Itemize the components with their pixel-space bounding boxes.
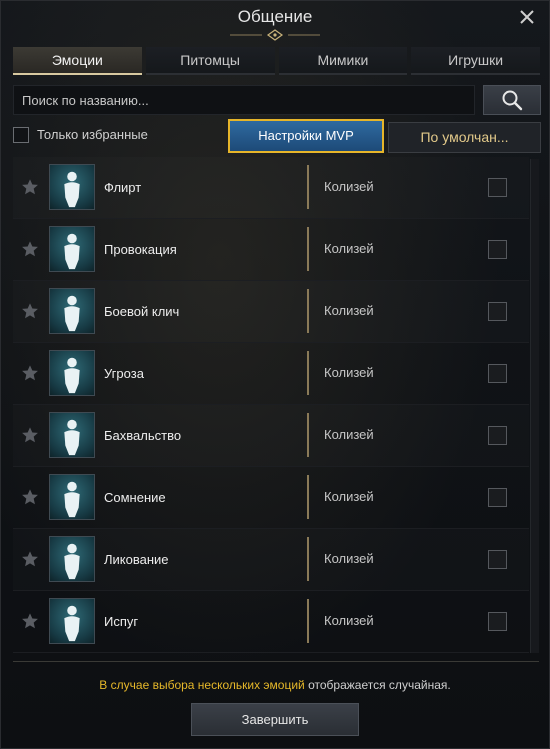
doubt-emote-icon <box>49 474 95 520</box>
flirt-emote-icon <box>49 164 95 210</box>
boast-emote-icon <box>49 412 95 458</box>
emote-location: Колизей <box>324 613 374 628</box>
battle-cry-emote-icon <box>49 288 95 334</box>
emote-location: Колизей <box>324 303 374 318</box>
emote-row[interactable]: Сомнение Колизей <box>13 467 529 529</box>
emote-checkbox[interactable] <box>488 426 507 445</box>
emote-location: Колизей <box>324 551 374 566</box>
default-button[interactable]: По умолчан... <box>388 122 541 153</box>
favorite-star-icon[interactable] <box>21 178 39 196</box>
emote-checkbox[interactable] <box>488 612 507 631</box>
column-divider <box>307 475 309 519</box>
column-divider <box>307 351 309 395</box>
list-scrollbar[interactable] <box>530 159 539 653</box>
tab-toys[interactable]: Игрушки <box>411 47 540 75</box>
favorite-star-icon[interactable] <box>21 426 39 444</box>
emote-location: Колизей <box>324 427 374 442</box>
window-title: Общение <box>237 7 313 26</box>
column-divider <box>307 413 309 457</box>
emote-checkbox[interactable] <box>488 488 507 507</box>
favorite-star-icon[interactable] <box>21 364 39 382</box>
filter-row: Только избранные Настройки MVP По умолча… <box>13 119 541 153</box>
close-icon <box>520 10 534 24</box>
emote-name: Провокация <box>104 242 177 257</box>
column-divider <box>307 537 309 581</box>
emote-location: Колизей <box>324 179 374 194</box>
favorites-only-label: Только избранные <box>37 127 148 142</box>
rejoice-emote-icon <box>49 536 95 582</box>
random-notice: В случае выбора нескольких эмоций отобра… <box>1 678 549 692</box>
tab-pets[interactable]: Питомцы <box>145 47 275 75</box>
fright-emote-icon <box>49 598 95 644</box>
favorite-star-icon[interactable] <box>21 612 39 630</box>
column-divider <box>307 599 309 643</box>
emote-checkbox[interactable] <box>488 302 507 321</box>
emote-row[interactable]: Угроза Колизей <box>13 343 529 405</box>
mvp-settings-button[interactable]: Настройки MVP <box>228 119 384 153</box>
emote-location: Колизей <box>324 489 374 504</box>
emote-location: Колизей <box>324 241 374 256</box>
emote-name: Сомнение <box>104 490 166 505</box>
favorites-only-checkbox[interactable] <box>13 127 29 143</box>
tab-emotions[interactable]: Эмоции <box>13 47 142 75</box>
emote-name: Бахвальство <box>104 428 182 443</box>
search-row <box>13 85 541 115</box>
emote-name: Боевой клич <box>104 304 180 319</box>
emote-row[interactable]: Бахвальство Колизей <box>13 405 529 467</box>
emote-list: Флирт Колизей Провокация Колизей Боевой клич… <box>13 157 529 653</box>
emote-checkbox[interactable] <box>488 178 507 197</box>
emote-name: Испуг <box>104 614 139 629</box>
emote-location: Колизей <box>324 365 374 380</box>
emote-checkbox[interactable] <box>488 550 507 569</box>
search-input[interactable] <box>13 85 475 115</box>
title-bar: Общение <box>1 1 549 43</box>
column-divider <box>307 165 309 209</box>
notice-highlight: В случае выбора нескольких эмоций <box>99 678 305 692</box>
close-button[interactable] <box>517 7 537 27</box>
emote-row[interactable]: Испуг Колизей <box>13 591 529 653</box>
emote-checkbox[interactable] <box>488 364 507 383</box>
emote-name: Флирт <box>104 180 142 195</box>
search-icon <box>502 90 523 111</box>
tab-expressions[interactable]: Мимики <box>278 47 408 75</box>
column-divider <box>307 289 309 333</box>
emote-checkbox[interactable] <box>488 240 507 259</box>
notice-rest: отображается случайная. <box>304 678 451 692</box>
search-button[interactable] <box>483 85 541 115</box>
emote-row[interactable]: Боевой клич Колизей <box>13 281 529 343</box>
provocation-emote-icon <box>49 226 95 272</box>
threat-emote-icon <box>49 350 95 396</box>
favorite-star-icon[interactable] <box>21 488 39 506</box>
category-tabs: Эмоции Питомцы Мимики Игрушки <box>13 47 540 75</box>
emote-row[interactable]: Ликование Колизей <box>13 529 529 591</box>
emote-name: Ликование <box>104 552 169 567</box>
emote-row[interactable]: Провокация Колизей <box>13 219 529 281</box>
column-divider <box>307 227 309 271</box>
finish-button[interactable]: Завершить <box>191 703 359 736</box>
social-window: Общение Эмоции Питомцы Мимики Игрушки То… <box>0 0 550 749</box>
emote-name: Угроза <box>104 366 144 381</box>
favorite-star-icon[interactable] <box>21 550 39 568</box>
divider-line <box>13 661 539 662</box>
emote-row[interactable]: Флирт Колизей <box>13 157 529 219</box>
favorite-star-icon[interactable] <box>21 302 39 320</box>
title-ornament-icon <box>230 29 320 41</box>
favorite-star-icon[interactable] <box>21 240 39 258</box>
